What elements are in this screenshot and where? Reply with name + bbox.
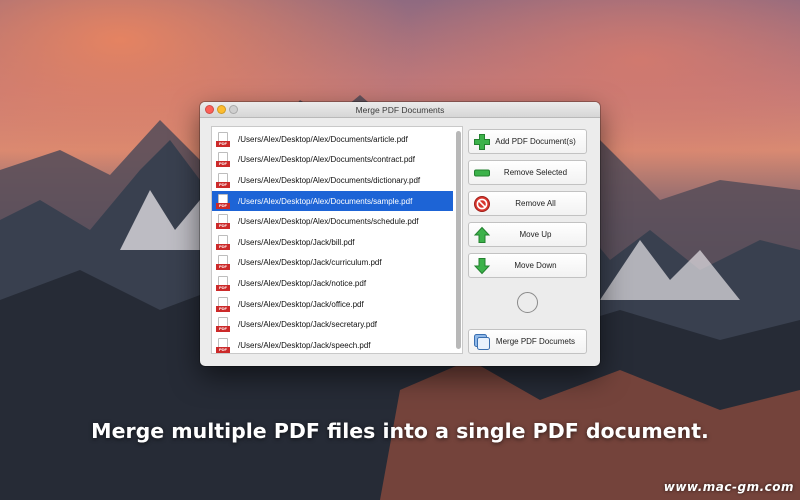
file-list-row[interactable]: PDF/Users/Alex/Desktop/Jack/notice.pdf (212, 273, 453, 294)
file-path-label: /Users/Alex/Desktop/Alex/Documents/artic… (238, 134, 408, 144)
file-list-row[interactable]: PDF/Users/Alex/Desktop/Alex/Documents/ar… (212, 129, 453, 150)
prohibited-icon (473, 195, 491, 213)
file-list-row[interactable]: PDF/Users/Alex/Desktop/Jack/speech.pdf (212, 335, 453, 356)
stacked-pages-icon (473, 333, 491, 351)
remove-all-button[interactable]: Remove All (468, 191, 587, 216)
pdf-file-icon: PDF (216, 172, 230, 188)
pdf-file-icon: PDF (216, 214, 230, 230)
site-watermark: www.mac-gm.com (663, 480, 794, 494)
plus-icon (473, 133, 491, 151)
minimize-window-button[interactable] (217, 105, 226, 114)
promo-caption: Merge multiple PDF files into a single P… (91, 419, 709, 443)
file-list-row[interactable]: PDF/Users/Alex/Desktop/Alex/Documents/di… (212, 170, 453, 191)
file-list-row[interactable]: PDF/Users/Alex/Desktop/Alex/Documents/sa… (212, 190, 453, 212)
pdf-file-icon: PDF (216, 296, 230, 312)
minus-icon (473, 164, 491, 182)
move-down-button[interactable]: Move Down (468, 253, 587, 278)
pdf-file-icon: PDF (216, 255, 230, 271)
file-list-row[interactable]: PDF/Users/Alex/Desktop/Alex/Documents/co… (212, 150, 453, 171)
file-list-row[interactable]: PDF/Users/Alex/Desktop/Jack/office.pdf (212, 294, 453, 315)
close-window-button[interactable] (205, 105, 214, 114)
arrow-up-icon (473, 226, 491, 244)
file-list-row[interactable]: PDF/Users/Alex/Desktop/Jack/secretary.pd… (212, 314, 453, 335)
window-title: Merge PDF Documents (355, 104, 445, 115)
remove-selected-button[interactable]: Remove Selected (468, 160, 587, 185)
file-path-label: /Users/Alex/Desktop/Alex/Documents/dicti… (238, 175, 421, 185)
list-scrollbar[interactable] (455, 131, 461, 351)
file-path-label: /Users/Alex/Desktop/Jack/office.pdf (238, 299, 364, 309)
merge-pdf-documents-button[interactable]: Merge PDF Documets (468, 329, 587, 354)
file-path-label: /Users/Alex/Desktop/Alex/Documents/contr… (238, 155, 415, 165)
add-pdf-documents-button[interactable]: Add PDF Document(s) (468, 129, 587, 154)
zoom-window-button[interactable] (229, 105, 238, 114)
merge-pdf-window: Merge PDF Documents PDF/Users/Alex/Deskt… (200, 102, 600, 366)
pdf-file-icon: PDF (216, 234, 230, 250)
pdf-file-icon: PDF (216, 317, 230, 333)
window-controls (205, 105, 238, 114)
file-path-label: /Users/Alex/Desktop/Alex/Documents/sched… (238, 217, 419, 227)
file-list-row[interactable]: PDF/Users/Alex/Desktop/Jack/curriculum.p… (212, 253, 453, 274)
file-path-label: /Users/Alex/Desktop/Jack/curriculum.pdf (238, 258, 382, 268)
progress-indicator (517, 292, 538, 313)
move-up-button[interactable]: Move Up (468, 222, 587, 247)
pdf-file-list[interactable]: PDF/Users/Alex/Desktop/Alex/Documents/ar… (211, 126, 463, 354)
file-path-label: /Users/Alex/Desktop/Jack/secretary.pdf (238, 320, 378, 330)
pdf-file-icon: PDF (216, 152, 230, 168)
file-path-label: /Users/Alex/Desktop/Jack/bill.pdf (238, 237, 355, 247)
pdf-file-icon: PDF (216, 275, 230, 291)
file-path-label: /Users/Alex/Desktop/Jack/speech.pdf (238, 340, 371, 350)
file-list-row[interactable]: PDF/Users/Alex/Desktop/Alex/Documents/sc… (212, 211, 453, 232)
pdf-file-icon: PDF (216, 193, 230, 209)
scrollbar-thumb[interactable] (456, 131, 461, 349)
file-rows: PDF/Users/Alex/Desktop/Alex/Documents/ar… (212, 129, 453, 356)
file-path-label: /Users/Alex/Desktop/Alex/Documents/sampl… (238, 196, 413, 206)
file-path-label: /Users/Alex/Desktop/Jack/notice.pdf (238, 278, 367, 288)
file-list-row[interactable]: PDF/Users/Alex/Desktop/Jack/bill.pdf (212, 232, 453, 253)
title-bar: Merge PDF Documents (200, 102, 600, 118)
pdf-file-icon: PDF (216, 131, 230, 147)
pdf-file-icon: PDF (216, 337, 230, 353)
arrow-down-icon (473, 257, 491, 275)
